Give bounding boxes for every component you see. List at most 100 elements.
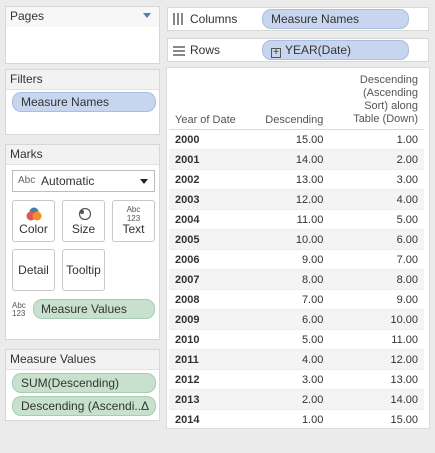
dropdown-arrow-icon[interactable] (143, 13, 151, 18)
measure-pill-label: Descending (Ascendi.. (21, 399, 142, 413)
year-cell: 2008 (169, 289, 243, 310)
table-row[interactable]: 2011 4.00 12.00 (169, 349, 424, 370)
rows-label: Rows (190, 43, 221, 57)
measure-values-card: Measure Values SUM(Descending) Descendin… (5, 349, 160, 421)
year-cell: 2005 (169, 229, 243, 250)
table-row[interactable]: 2002 13.00 3.00 (169, 169, 424, 190)
table-header-row: Year of Date Descending Descending (Asce… (169, 68, 424, 130)
descending-cell: 14.00 (243, 149, 330, 170)
size-button[interactable]: Size (62, 200, 105, 242)
marks-pill-measure-values[interactable]: Measure Values (33, 299, 155, 319)
pages-card: Pages (5, 6, 160, 64)
table-row[interactable]: 2007 8.00 8.00 (169, 269, 424, 290)
mark-type-abc-icon: Abc (18, 175, 36, 186)
expand-icon[interactable]: + (271, 48, 281, 58)
year-cell: 2010 (169, 329, 243, 350)
mark-type-dropdown[interactable]: Abc Automatic (12, 170, 155, 192)
table-row[interactable]: 2012 3.00 13.00 (169, 369, 424, 390)
year-cell: 2013 (169, 389, 243, 410)
columns-label: Columns (190, 12, 238, 26)
measure-pill-sum-descending[interactable]: SUM(Descending) (12, 373, 156, 393)
filters-card: Filters Measure Names (5, 69, 160, 135)
header-year-of-date[interactable]: Year of Date (169, 68, 243, 130)
color-button[interactable]: Color (12, 200, 55, 242)
table-row[interactable]: 2006 9.00 7.00 (169, 249, 424, 270)
filter-pill-measure-names[interactable]: Measure Names (12, 92, 156, 112)
header-descending[interactable]: Descending (243, 68, 330, 130)
detail-button-label: Detail (18, 263, 49, 277)
descending-cell: 4.00 (243, 349, 330, 370)
rows-shelf[interactable]: Rows + YEAR(Date) (167, 38, 429, 62)
year-cell: 2004 (169, 209, 243, 230)
table-row[interactable]: 2008 7.00 9.00 (169, 289, 424, 310)
asc-sort-cell: 15.00 (329, 409, 424, 430)
pages-title-label: Pages (10, 9, 45, 23)
descending-cell: 5.00 (243, 329, 330, 350)
asc-sort-cell: 12.00 (329, 349, 424, 370)
year-cell: 2014 (169, 409, 243, 430)
year-cell: 2002 (169, 169, 243, 190)
descending-cell: 13.00 (243, 169, 330, 190)
asc-sort-cell: 1.00 (329, 129, 424, 150)
asc-sort-cell: 5.00 (329, 209, 424, 230)
measure-values-title: Measure Values (6, 350, 159, 370)
asc-sort-cell: 11.00 (329, 329, 424, 350)
columns-shelf[interactable]: Columns Measure Names (167, 7, 429, 31)
size-button-label: Size (71, 222, 96, 236)
asc-sort-cell: 14.00 (329, 389, 424, 410)
year-cell: 2007 (169, 269, 243, 290)
year-cell: 2009 (169, 309, 243, 330)
marks-card: Marks Abc Automatic Color Size Abc 123 T… (5, 144, 160, 340)
descending-cell: 11.00 (243, 209, 330, 230)
rows-pill-label: YEAR(Date) (285, 43, 352, 57)
rows-pill-year-date[interactable]: + YEAR(Date) (262, 40, 409, 60)
marks-title: Marks (6, 145, 159, 165)
text-button-label: Text (122, 222, 145, 236)
descending-cell: 12.00 (243, 189, 330, 210)
descending-cell: 3.00 (243, 369, 330, 390)
asc-sort-cell: 7.00 (329, 249, 424, 270)
columns-shelf-icon (173, 13, 185, 25)
table-row[interactable]: 2010 5.00 11.00 (169, 329, 424, 350)
asc-sort-cell: 4.00 (329, 189, 424, 210)
year-cell: 2003 (169, 189, 243, 210)
asc-sort-cell: 9.00 (329, 289, 424, 310)
table-row[interactable]: 2009 6.00 10.00 (169, 309, 424, 330)
columns-pill-measure-names[interactable]: Measure Names (262, 9, 409, 29)
asc-sort-cell: 8.00 (329, 269, 424, 290)
table-row[interactable]: 2004 11.00 5.00 (169, 209, 424, 230)
tooltip-button[interactable]: Tooltip (62, 249, 105, 291)
text-icon: Abc 123 (113, 205, 154, 223)
table-row[interactable]: 2003 12.00 4.00 (169, 189, 424, 210)
year-cell: 2000 (169, 129, 243, 150)
header-descending-ascending-sort[interactable]: Descending (Ascending Sort) along Table … (329, 68, 424, 130)
descending-cell: 15.00 (243, 129, 330, 150)
year-cell: 2011 (169, 349, 243, 370)
table-row[interactable]: 2005 10.00 6.00 (169, 229, 424, 250)
text-button[interactable]: Abc 123 Text (112, 200, 155, 242)
mv-icon-num: 123 (12, 309, 26, 318)
descending-cell: 2.00 (243, 389, 330, 410)
chevron-down-icon (140, 179, 148, 184)
year-cell: 2006 (169, 249, 243, 270)
measure-pill-descending-ascending[interactable]: Descending (Ascendi.. Δ (12, 396, 156, 416)
asc-sort-cell: 6.00 (329, 229, 424, 250)
mark-type-label: Automatic (41, 174, 95, 188)
color-button-label: Color (19, 222, 48, 236)
measure-values-text-icon: Abc 123 (12, 302, 26, 318)
descending-cell: 10.00 (243, 229, 330, 250)
table-row[interactable]: 2013 2.00 14.00 (169, 389, 424, 410)
table-row[interactable]: 2014 1.00 15.00 (169, 409, 424, 430)
descending-cell: 9.00 (243, 249, 330, 270)
tooltip-button-label: Tooltip (66, 263, 101, 277)
asc-sort-cell: 13.00 (329, 369, 424, 390)
asc-sort-cell: 2.00 (329, 149, 424, 170)
filters-title: Filters (6, 70, 159, 90)
table-body: 2000 15.00 1.00 2001 14.00 2.00 2002 13.00 3.00 2… (169, 129, 424, 430)
descending-cell: 1.00 (243, 409, 330, 430)
table-row[interactable]: 2001 14.00 2.00 (169, 149, 424, 170)
year-cell: 2012 (169, 369, 243, 390)
detail-button[interactable]: Detail (12, 249, 55, 291)
table-row[interactable]: 2000 15.00 1.00 (169, 129, 424, 150)
color-icon (26, 207, 42, 221)
